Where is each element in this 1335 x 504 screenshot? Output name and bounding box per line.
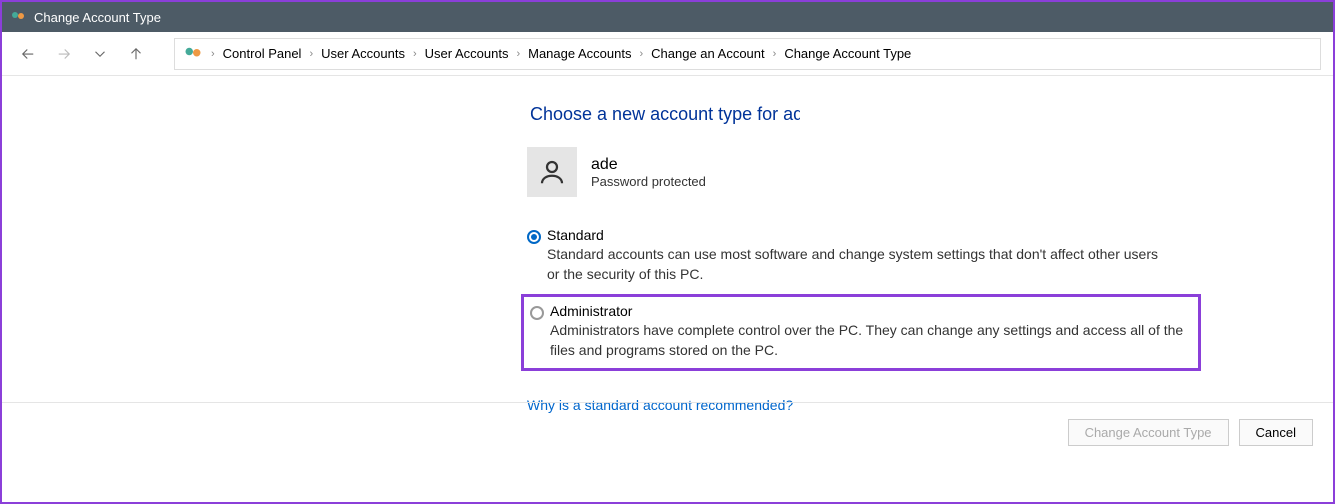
account-info: ade Password protected (527, 147, 1333, 197)
chevron-right-icon: › (771, 48, 779, 60)
chevron-right-icon: › (411, 48, 419, 60)
radio-standard[interactable] (527, 230, 541, 244)
account-name: ade (591, 156, 706, 174)
chevron-right-icon: › (209, 48, 217, 60)
option-title: Administrator (550, 303, 1192, 319)
app-icon (10, 9, 26, 25)
breadcrumb-item[interactable]: User Accounts (315, 46, 411, 61)
cancel-button[interactable]: Cancel (1239, 419, 1313, 446)
breadcrumb[interactable]: › Control Panel › User Accounts › User A… (174, 38, 1321, 70)
footer: Change Account Type Cancel (2, 402, 1333, 446)
chevron-right-icon: › (637, 48, 645, 60)
radio-option-standard[interactable]: Standard Standard accounts can use most … (527, 227, 1167, 284)
breadcrumb-item[interactable]: Change an Account (645, 46, 770, 61)
account-status: Password protected (591, 174, 706, 189)
option-desc: Administrators have complete control ove… (550, 321, 1192, 360)
option-desc: Standard accounts can use most software … (547, 245, 1167, 284)
radio-option-administrator[interactable]: Administrator Administrators have comple… (521, 294, 1201, 371)
breadcrumb-item[interactable]: Control Panel (217, 46, 308, 61)
breadcrumb-item[interactable]: Manage Accounts (522, 46, 637, 61)
history-dropdown[interactable] (86, 40, 114, 68)
breadcrumb-item[interactable]: Change Account Type (778, 46, 917, 61)
radio-administrator[interactable] (530, 306, 544, 320)
chevron-right-icon: › (514, 48, 522, 60)
page-heading: Choose a new account type for ade (530, 104, 800, 125)
users-icon (183, 44, 203, 64)
back-button[interactable] (14, 40, 42, 68)
up-button[interactable] (122, 40, 150, 68)
chevron-right-icon: › (307, 48, 315, 60)
navbar: › Control Panel › User Accounts › User A… (2, 32, 1333, 76)
window-title: Change Account Type (34, 10, 161, 25)
content-area: Choose a new account type for ade ade Pa… (2, 76, 1333, 415)
titlebar: Change Account Type (2, 2, 1333, 32)
change-account-type-button[interactable]: Change Account Type (1068, 419, 1229, 446)
option-title: Standard (547, 227, 1167, 243)
breadcrumb-item[interactable]: User Accounts (419, 46, 515, 61)
person-icon (527, 147, 577, 197)
forward-button[interactable] (50, 40, 78, 68)
